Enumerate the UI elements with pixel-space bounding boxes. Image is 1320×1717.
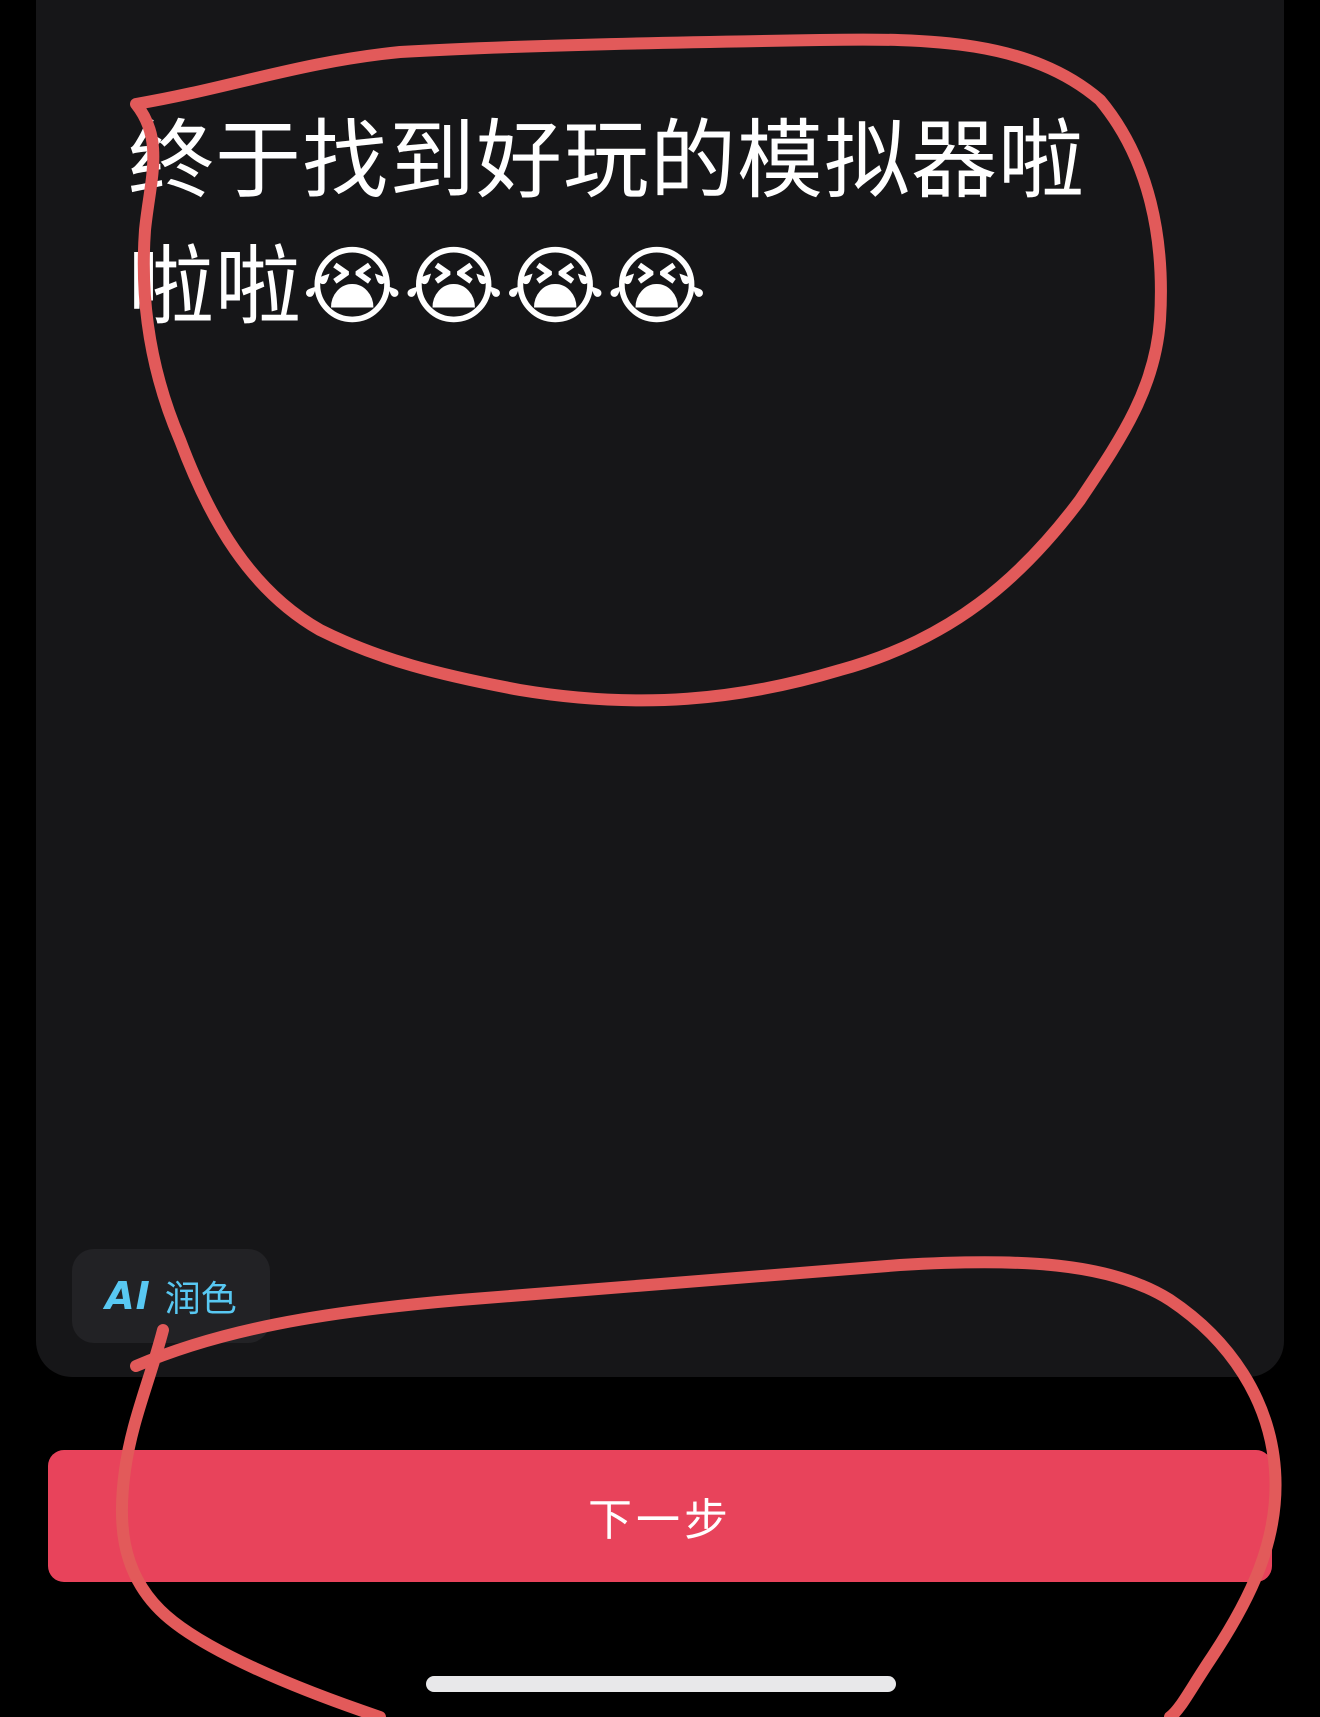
ai-polish-label: 润色 <box>164 1279 237 1320</box>
ai-polish-button[interactable]: AI 润色 <box>72 1249 270 1343</box>
next-step-label: 下一步 <box>588 1495 732 1546</box>
ai-icon: AI <box>105 1274 151 1318</box>
next-step-button[interactable]: 下一步 <box>48 1450 1272 1582</box>
post-text-content[interactable]: 终于找到好玩的模拟器啦啦啦😭😭😭😭 <box>128 98 1138 350</box>
home-indicator <box>426 1676 896 1692</box>
